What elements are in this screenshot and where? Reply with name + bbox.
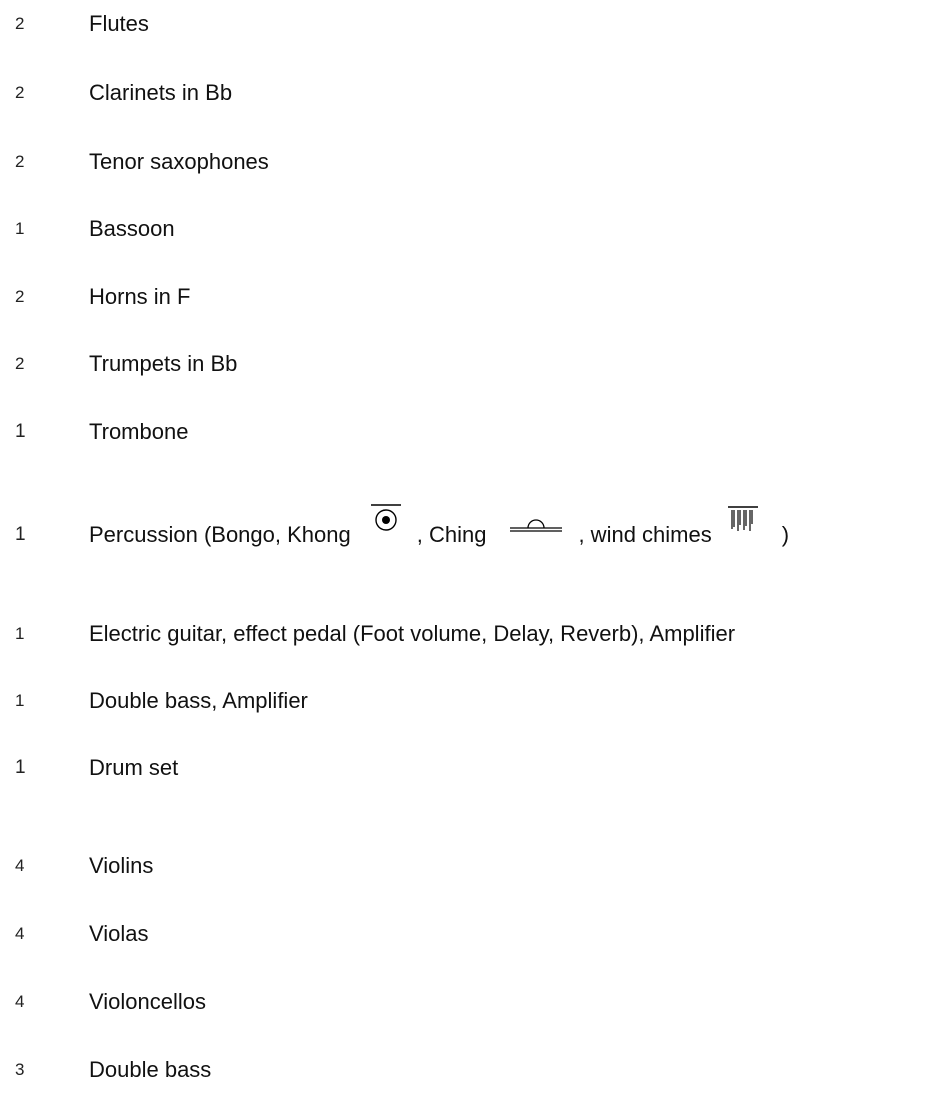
instrument-name: Violas [89,921,149,946]
instrument-quantity: 1 [15,691,25,710]
instrument-quantity: 4 [15,856,25,875]
instrument-quantity: 1 [15,421,26,442]
instrument-quantity: 2 [15,83,25,102]
instrument-quantity: 3 [15,1060,25,1079]
instrument-quantity: 1 [15,624,25,643]
instrument-name: Tenor saxophones [89,149,269,174]
instrument-name: Flutes [89,11,149,36]
instrument-name: Double bass [89,1057,212,1082]
khong-gong-icon [369,503,403,539]
instrument-quantity: 1 [15,524,26,545]
instrument-name: Bassoon [89,216,175,241]
wind-chimes-icon [726,505,760,541]
instrument-name: Horns in F [89,284,191,309]
instrument-name: Drum set [89,755,179,780]
instrument-name: Electric guitar, effect pedal (Foot volu… [89,621,736,646]
instrument-quantity: 2 [15,152,25,171]
instrument-name: Violins [89,853,154,878]
percussion-label: Percussion (Bongo, Khong [89,522,351,547]
ching-cymbal-icon [508,516,564,544]
instrument-quantity: 2 [15,287,25,306]
instrument-name: Trombone [89,419,189,444]
instrument-name: Clarinets in Bb [89,80,233,105]
instrument-name: Trumpets in Bb [89,351,238,376]
percussion-label: , Ching [416,522,487,547]
percussion-label: , wind chimes [578,522,712,547]
percussion-label: ) [781,522,790,547]
instrument-quantity: 2 [15,14,25,33]
instrument-quantity: 1 [15,219,25,238]
instrument-quantity: 2 [15,354,25,373]
instrument-name: Percussion (Bongo, Khong , Ching , wind … [89,504,790,548]
instrument-name: Double bass, Amplifier [89,688,308,713]
instrument-quantity: 4 [15,992,25,1011]
instrument-quantity: 4 [15,924,25,943]
instrument-quantity: 1 [15,757,26,778]
instrument-name: Violoncellos [89,989,207,1014]
